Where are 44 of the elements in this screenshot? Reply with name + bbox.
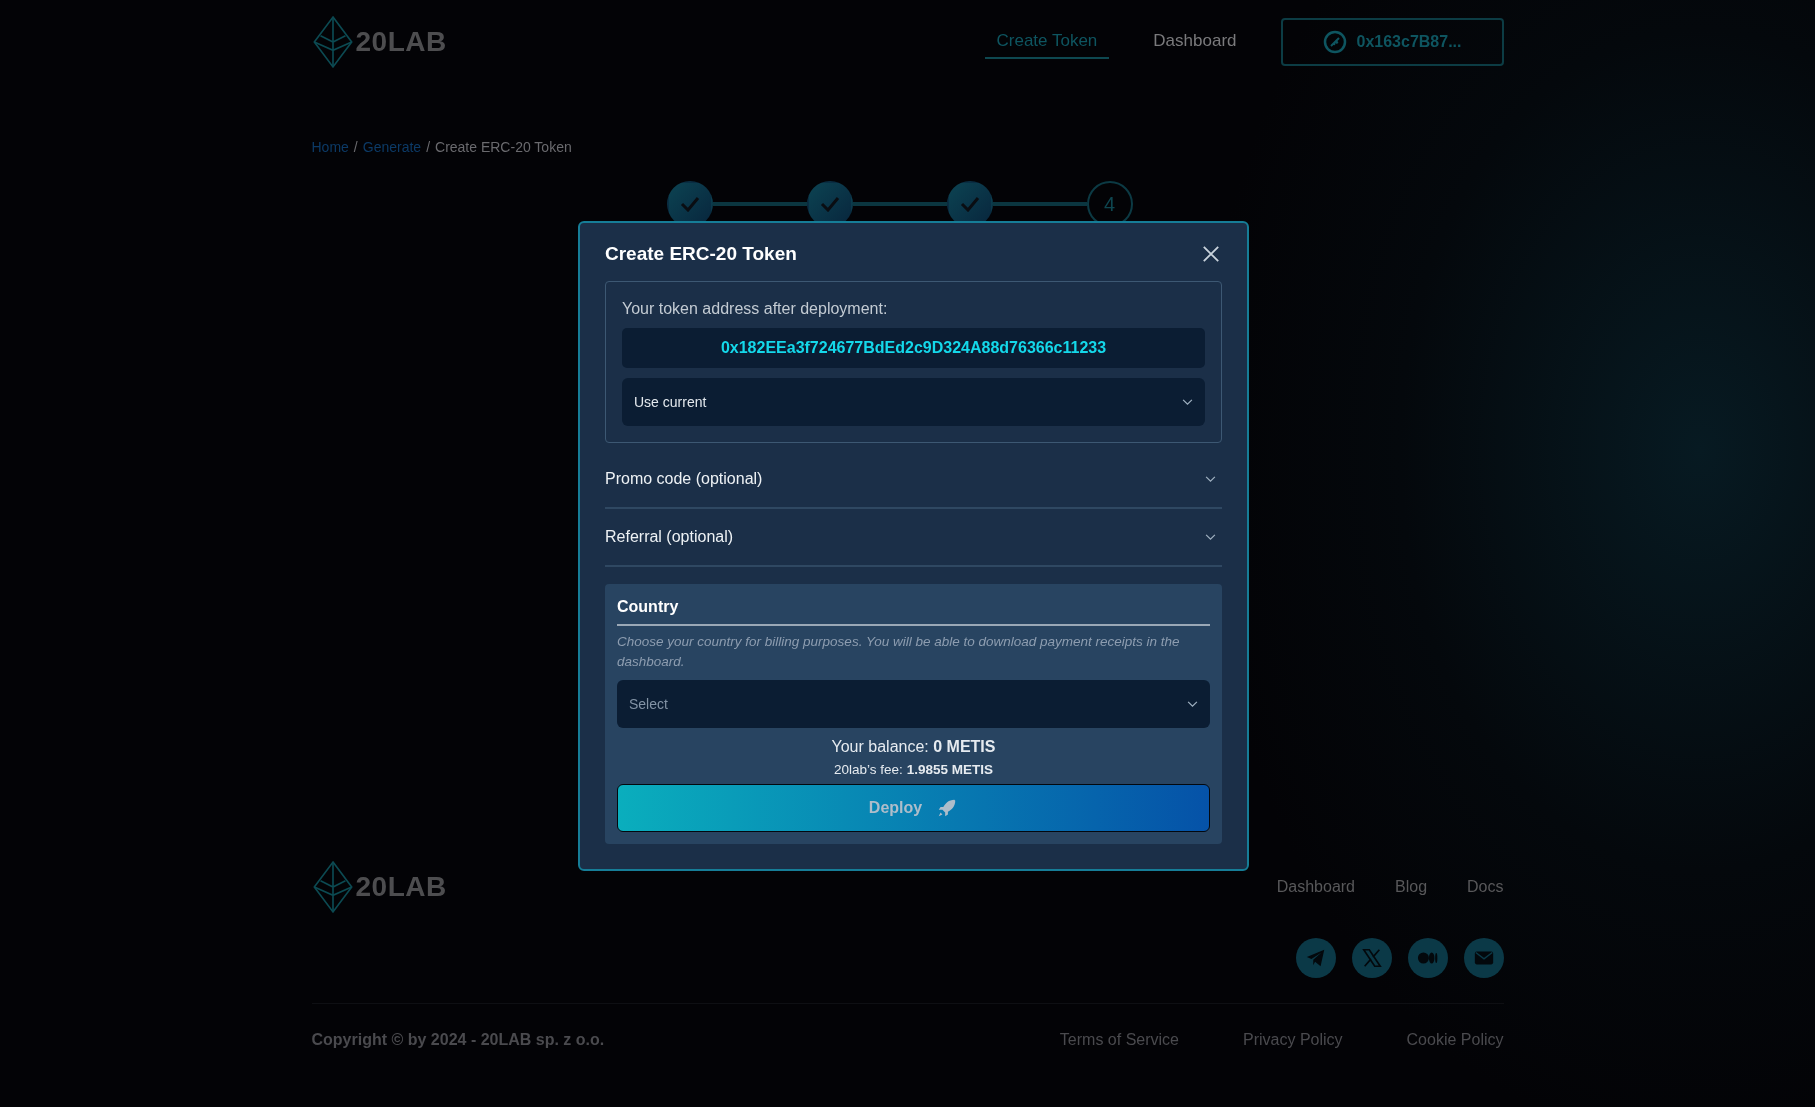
accordion-header[interactable]: Promo code (optional) <box>605 451 1222 509</box>
wallet-icon <box>1322 30 1347 54</box>
address-select[interactable]: Use current <box>622 378 1205 426</box>
logo-icon <box>311 860 354 914</box>
logo-icon <box>311 15 354 69</box>
logo-text: 20LAB <box>355 26 447 58</box>
token-address: 0x182EEa3f724677BdEd2c9D324A88d76366c11233 <box>622 328 1205 368</box>
footer-link[interactable]: Docs <box>1467 878 1504 896</box>
country-heading: Country <box>617 598 1210 626</box>
accordion-header[interactable]: Referral (optional) <box>605 509 1222 567</box>
legal-link[interactable]: Terms of Service <box>1059 1031 1179 1049</box>
footer-link[interactable]: Dashboard <box>1276 878 1355 896</box>
logo-text: 20LAB <box>355 871 447 903</box>
telegram-button[interactable] <box>1295 938 1336 978</box>
breadcrumb-link[interactable]: Generate <box>362 139 422 155</box>
wallet-button[interactable]: 0x163c7B87... <box>1280 18 1504 66</box>
balance-text: Your balance: 0 METIS <box>830 738 997 756</box>
x-button[interactable] <box>1351 938 1392 978</box>
legal-link[interactable]: Cookie Policy <box>1406 1031 1504 1049</box>
nav-link[interactable]: Dashboard <box>1141 25 1249 59</box>
address-label: Your token address after deployment: <box>622 300 889 318</box>
modal-title: Create ERC-20 Token <box>605 243 797 265</box>
check-icon <box>959 196 980 212</box>
breadcrumb-separator: / <box>353 139 358 155</box>
breadcrumb-current: Create ERC-20 Token <box>435 139 572 155</box>
check-icon <box>819 196 840 212</box>
medium-button[interactable] <box>1407 938 1448 978</box>
chevron-down-icon <box>1205 533 1216 541</box>
legal-link[interactable]: Privacy Policy <box>1243 1031 1343 1049</box>
chevron-down-icon <box>1205 475 1216 483</box>
chevron-down-icon <box>1182 398 1193 406</box>
chevron-down-icon <box>1187 700 1198 708</box>
breadcrumb-link[interactable]: Home <box>311 139 349 155</box>
nav-link[interactable]: Create Token <box>984 25 1110 59</box>
footer-link[interactable]: Blog <box>1395 878 1428 896</box>
copyright-text: Copyright © by 2024 - 20LAB sp. z o.o. <box>311 1031 605 1049</box>
mail-button[interactable] <box>1463 938 1504 978</box>
country-hint: Choose your country for billing purposes. You will be able to download payment receipts in the dashboard. <box>617 633 1181 671</box>
close-button[interactable] <box>1200 243 1222 265</box>
x-logo-icon <box>1360 947 1383 969</box>
breadcrumb-separator: / <box>426 139 430 155</box>
fee-text: 20lab’s fee: 1.9855 METIS <box>833 762 994 777</box>
country-select[interactable]: Select <box>617 680 1210 728</box>
check-icon <box>679 196 700 212</box>
